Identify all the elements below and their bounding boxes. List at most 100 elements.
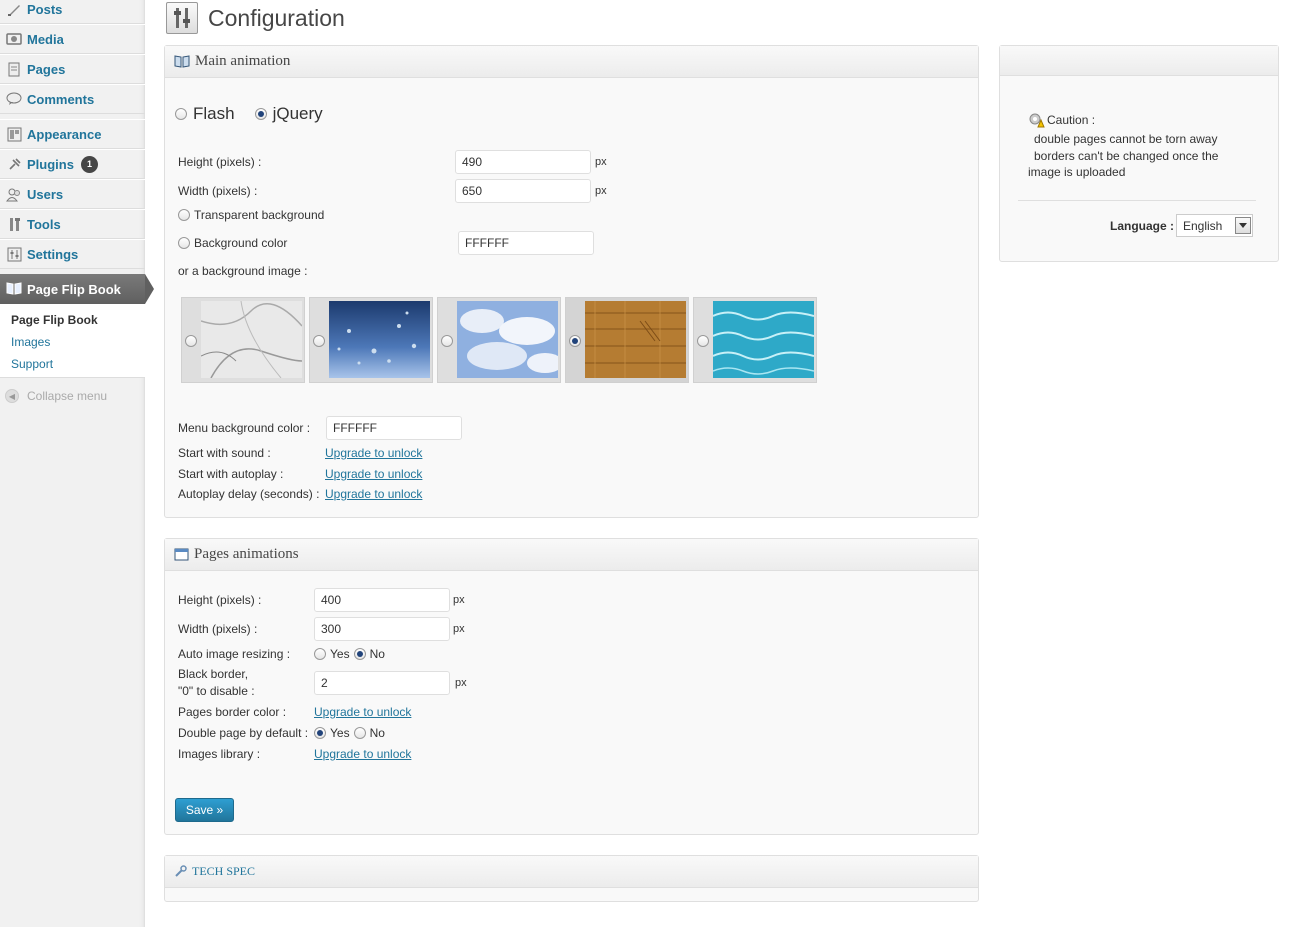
menu-bgcolor-input[interactable]: FFFFFF <box>326 416 462 440</box>
bgcolor-option: Background color <box>178 236 287 250</box>
black-border-input[interactable]: 2 <box>314 671 450 695</box>
users-icon <box>6 186 22 202</box>
tools-icon <box>6 216 22 232</box>
height-input[interactable]: 490 <box>455 150 591 174</box>
main-animation-header[interactable]: Main animation <box>165 46 978 78</box>
sidebar-item-comments[interactable]: Comments <box>0 84 145 114</box>
width-label: Width (pixels) : <box>178 184 258 198</box>
sidebar-item-label: Users <box>27 186 64 202</box>
admin-sidebar: Posts Media Pages Comments Appearance Pl… <box>0 0 154 927</box>
bgcolor-radio[interactable] <box>178 237 190 249</box>
pages-animations-panel: Pages animations <box>164 538 979 835</box>
submenu-item-images[interactable]: Images <box>0 331 145 353</box>
sidebar-item-pages[interactable]: Pages <box>0 54 145 84</box>
wrench-icon <box>174 865 187 878</box>
jquery-label: jQuery <box>272 104 323 123</box>
sidebar-item-label: Appearance <box>27 126 102 142</box>
bg-image-option-rain-drops[interactable] <box>309 297 433 383</box>
pages-width-input[interactable]: 300 <box>314 617 450 641</box>
page-title: Configuration <box>208 4 345 31</box>
pages-animations-header[interactable]: Pages animations <box>165 539 978 571</box>
window-icon <box>174 548 189 561</box>
transparent-radio[interactable] <box>178 209 190 221</box>
wood-thumbnail <box>585 301 686 378</box>
flash-radio[interactable] <box>175 108 187 120</box>
media-icon <box>6 31 22 47</box>
flash-label: Flash <box>193 104 235 123</box>
sidebar-item-plugins[interactable]: Plugins 1 <box>0 149 145 179</box>
sidebar-item-posts[interactable]: Posts <box>0 0 145 24</box>
pages-icon <box>6 61 22 77</box>
auto-resize-yes-radio[interactable] <box>314 648 326 660</box>
bgcolor-input[interactable]: FFFFFF <box>458 231 594 255</box>
pages-width-label: Width (pixels) : <box>178 622 258 636</box>
caution-line-3: image is uploaded <box>1028 165 1126 179</box>
border-color-upgrade-link[interactable]: Upgrade to unlock <box>314 705 411 719</box>
book-icon <box>174 55 190 68</box>
sidebar-item-label: Pages <box>27 61 66 77</box>
menu-bgcolor-label: Menu background color : <box>178 421 311 435</box>
language-select[interactable]: English <box>1176 214 1253 237</box>
sidebar-item-label: Settings <box>27 246 79 262</box>
sidebar-item-users[interactable]: Users <box>0 179 145 209</box>
images-library-upgrade-link[interactable]: Upgrade to unlock <box>314 747 411 761</box>
tech-spec-header[interactable]: TECH SPEC <box>165 856 978 888</box>
bg-image-option-wood[interactable] <box>565 297 689 383</box>
save-button[interactable]: Save » <box>175 798 234 822</box>
caution-title: Caution : <box>1047 113 1096 127</box>
sidebar-item-label: Page Flip Book <box>27 281 121 297</box>
double-page-no-radio[interactable] <box>353 727 366 739</box>
auto-resize-label: Auto image resizing : <box>178 647 291 661</box>
double-page-no-label: No <box>369 726 385 740</box>
panel-title: Main animation <box>195 53 291 69</box>
sidebar-item-page-flip-book[interactable]: Page Flip Book <box>0 274 154 304</box>
bg-image-option-water[interactable] <box>693 297 817 383</box>
comments-icon <box>6 91 22 107</box>
side-panel-header <box>1000 46 1278 76</box>
bg-image-option-clouds[interactable] <box>437 297 561 383</box>
start-sound-label: Start with sound : <box>178 446 271 460</box>
width-input[interactable]: 650 <box>455 179 591 203</box>
jquery-radio[interactable] <box>254 108 267 120</box>
panel-title: TECH SPEC <box>192 864 256 878</box>
autoplay-delay-upgrade-link[interactable]: Upgrade to unlock <box>325 487 422 501</box>
active-menu-arrow <box>145 274 154 304</box>
language-selected-value: English <box>1183 218 1223 233</box>
bg-image-radio[interactable] <box>697 335 709 347</box>
autoplay-delay-label: Autoplay delay (seconds) : <box>178 487 320 501</box>
auto-resize-yes-label: Yes <box>330 647 350 661</box>
marble-thumbnail <box>201 301 302 378</box>
bg-image-option-marble[interactable] <box>181 297 305 383</box>
sidebar-item-label: Posts <box>27 1 63 17</box>
bg-image-radio[interactable] <box>441 335 453 347</box>
submenu-item-page-flip-book[interactable]: Page Flip Book <box>0 309 145 331</box>
sidebar-item-appearance[interactable]: Appearance <box>0 119 145 149</box>
height-unit: px <box>595 156 607 168</box>
height-label: Height (pixels) : <box>178 155 262 169</box>
bg-image-radio[interactable] <box>569 335 581 347</box>
collapse-menu-button[interactable]: ◀ Collapse menu <box>5 389 107 403</box>
double-page-options: Yes No <box>314 726 385 740</box>
auto-resize-no-radio[interactable] <box>353 648 366 660</box>
bg-image-radio[interactable] <box>185 335 197 347</box>
double-page-yes-label: Yes <box>330 726 350 740</box>
submenu-item-support[interactable]: Support <box>0 353 145 375</box>
sidebar-item-tools[interactable]: Tools <box>0 209 145 239</box>
black-border-unit: px <box>455 677 467 689</box>
auto-resize-options: Yes No <box>314 647 385 661</box>
sidebar-item-settings[interactable]: Settings <box>0 239 145 269</box>
bg-image-radio[interactable] <box>313 335 325 347</box>
settings-sliders-icon <box>166 2 198 34</box>
appearance-icon <box>6 126 22 142</box>
start-sound-upgrade-link[interactable]: Upgrade to unlock <box>325 446 422 460</box>
bgimage-label: or a background image : <box>178 264 308 278</box>
plugins-icon <box>6 156 22 172</box>
double-page-yes-radio[interactable] <box>314 727 326 739</box>
pages-height-input[interactable]: 400 <box>314 588 450 612</box>
border-color-label: Pages border color : <box>178 705 287 719</box>
transparent-label: Transparent background <box>194 208 325 222</box>
posts-icon <box>6 1 22 17</box>
book-icon <box>6 281 22 297</box>
start-autoplay-upgrade-link[interactable]: Upgrade to unlock <box>325 467 422 481</box>
sidebar-item-media[interactable]: Media <box>0 24 145 54</box>
